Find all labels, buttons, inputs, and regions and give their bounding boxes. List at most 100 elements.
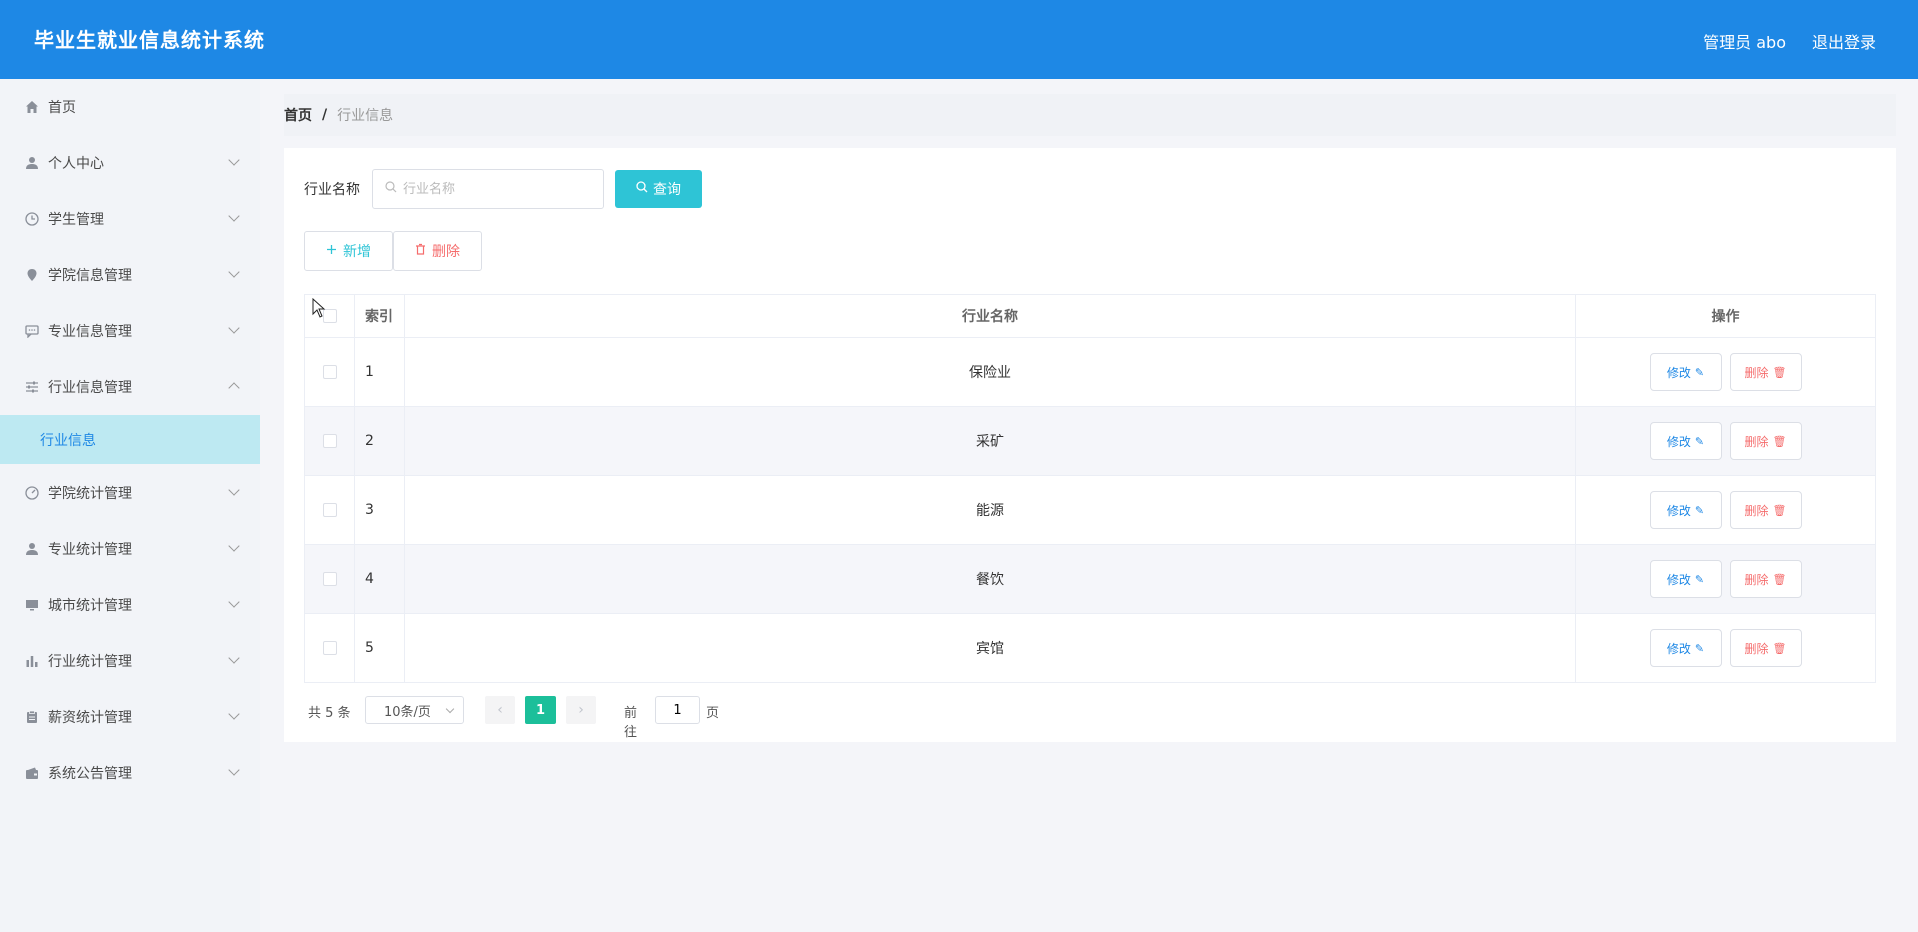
row-industry-name: 采矿 (405, 407, 1576, 475)
delete-button[interactable]: 删除 🗑 (1729, 353, 1802, 391)
edit-button[interactable]: 修改 ✎ (1649, 353, 1722, 391)
breadcrumb: 首页 / 行业信息 (284, 94, 1896, 136)
batch-delete-button[interactable]: 删除 (393, 231, 482, 271)
sidebar-item-city-stats[interactable]: 城市统计管理 (0, 583, 260, 627)
search-input[interactable] (403, 170, 599, 208)
add-button[interactable]: 新增 (304, 231, 393, 271)
add-button-label: 新增 (343, 244, 371, 260)
search-icon (636, 181, 648, 197)
logout-link[interactable]: 退出登录 (1812, 29, 1876, 53)
edit-icon: ✎ (1694, 365, 1705, 379)
edit-icon: ✎ (1694, 434, 1705, 448)
sidebar-item-industry-stats[interactable]: 行业统计管理 (0, 639, 260, 683)
sidebar-item-college-info[interactable]: 学院信息管理 (0, 253, 260, 297)
table-row: 3 能源 修改 ✎ 删除 🗑 (305, 476, 1875, 545)
sidebar-item-label: 城市统计管理 (48, 598, 132, 614)
sidebar-item-home[interactable]: 首页 (0, 85, 260, 129)
prev-page-button[interactable]: ‹ (485, 696, 515, 724)
chevron-down-icon (445, 704, 455, 714)
row-checkbox[interactable] (322, 641, 337, 655)
goto-page-input[interactable] (656, 697, 699, 723)
page-number-current[interactable]: 1 (525, 696, 556, 724)
header-operations: 操作 (1711, 309, 1740, 325)
query-button[interactable]: 查询 (615, 170, 702, 208)
edit-icon: ✎ (1694, 503, 1705, 517)
chevron-down-icon (228, 266, 240, 278)
sidebar-item-major-stats[interactable]: 专业统计管理 (0, 527, 260, 571)
delete-label: 删除 (1744, 365, 1769, 380)
trash-icon: 🗑 (1772, 434, 1787, 448)
row-industry-name: 宾馆 (405, 614, 1576, 682)
row-index: 4 (355, 545, 405, 613)
sidebar: 首页 个人中心 学生管理 学院信息管理 专业信息管理 行业信息管理 行业信息 学… (0, 79, 260, 932)
edit-label: 修改 (1666, 434, 1691, 449)
edit-button[interactable]: 修改 ✎ (1649, 491, 1722, 529)
person-icon (24, 541, 40, 557)
sidebar-item-label: 专业信息管理 (48, 324, 132, 340)
wallet-icon (24, 765, 40, 781)
table-header-row: 索引 行业名称 操作 (305, 295, 1875, 338)
user-icon (24, 155, 40, 171)
breadcrumb-current: 行业信息 (337, 108, 394, 124)
chevron-down-icon (228, 210, 240, 222)
sidebar-item-label: 行业信息管理 (48, 380, 132, 396)
bar-chart-icon (24, 653, 40, 669)
gauge-icon (24, 485, 40, 501)
location-icon (24, 267, 40, 283)
sidebar-subitem-industry-info[interactable]: 行业信息 (0, 415, 260, 464)
search-input-wrapper[interactable] (372, 169, 604, 209)
chevron-down-icon (228, 764, 240, 776)
trash-icon: 🗑 (1772, 503, 1787, 517)
breadcrumb-separator: / (322, 107, 328, 123)
goto-page-input-wrapper[interactable] (655, 696, 700, 724)
edit-label: 修改 (1666, 572, 1691, 587)
trash-icon: 🗑 (1772, 365, 1787, 379)
industry-table: 索引 行业名称 操作 1 保险业 修改 ✎ 删除 🗑 2 采矿 修改 ✎ 删除 🗑 3 … (304, 294, 1876, 683)
edit-button[interactable]: 修改 ✎ (1649, 629, 1722, 667)
chevron-down-icon (228, 540, 240, 552)
row-checkbox[interactable] (322, 572, 337, 586)
sidebar-item-college-stats[interactable]: 学院统计管理 (0, 471, 260, 515)
chat-icon (24, 323, 40, 339)
row-index: 1 (355, 338, 405, 406)
row-index: 2 (355, 407, 405, 475)
delete-button[interactable]: 删除 🗑 (1729, 422, 1802, 460)
search-icon (385, 181, 397, 197)
delete-button[interactable]: 删除 🗑 (1729, 629, 1802, 667)
row-checkbox[interactable] (322, 365, 337, 379)
delete-label: 删除 (1744, 572, 1769, 587)
edit-label: 修改 (1666, 365, 1691, 380)
next-page-button[interactable]: › (566, 696, 596, 724)
current-user: 管理员 abo (1703, 33, 1786, 52)
sliders-icon (24, 379, 40, 395)
page-suffix: 页 (706, 706, 720, 721)
delete-button[interactable]: 删除 🗑 (1729, 560, 1802, 598)
batch-delete-button-label: 删除 (432, 244, 460, 260)
row-checkbox[interactable] (322, 503, 337, 517)
sidebar-item-label: 学院统计管理 (48, 486, 132, 502)
sidebar-item-announcements[interactable]: 系统公告管理 (0, 751, 260, 795)
row-checkbox[interactable] (322, 434, 337, 448)
sidebar-item-industry-info[interactable]: 行业信息管理 (0, 365, 260, 409)
chevron-down-icon (228, 154, 240, 166)
edit-button[interactable]: 修改 ✎ (1649, 422, 1722, 460)
sidebar-item-major-info[interactable]: 专业信息管理 (0, 309, 260, 353)
page-size-select[interactable]: 10条/页 (365, 696, 464, 724)
app-title: 毕业生就业信息统计系统 (34, 28, 265, 52)
breadcrumb-home[interactable]: 首页 (284, 105, 312, 125)
row-industry-name: 能源 (405, 476, 1576, 544)
table-row: 5 宾馆 修改 ✎ 删除 🗑 (305, 614, 1875, 682)
chevron-left-icon: ‹ (497, 702, 503, 718)
delete-label: 删除 (1744, 503, 1769, 518)
delete-button[interactable]: 删除 🗑 (1729, 491, 1802, 529)
edit-button[interactable]: 修改 ✎ (1649, 560, 1722, 598)
sidebar-item-salary-stats[interactable]: 薪资统计管理 (0, 695, 260, 739)
sidebar-item-label: 系统公告管理 (48, 766, 132, 782)
row-index: 3 (355, 476, 405, 544)
edit-label: 修改 (1666, 641, 1691, 656)
sidebar-item-student-management[interactable]: 学生管理 (0, 197, 260, 241)
sidebar-item-personal-center[interactable]: 个人中心 (0, 141, 260, 185)
table-row: 2 采矿 修改 ✎ 删除 🗑 (305, 407, 1875, 476)
query-button-label: 查询 (653, 182, 681, 198)
home-icon (24, 99, 40, 115)
